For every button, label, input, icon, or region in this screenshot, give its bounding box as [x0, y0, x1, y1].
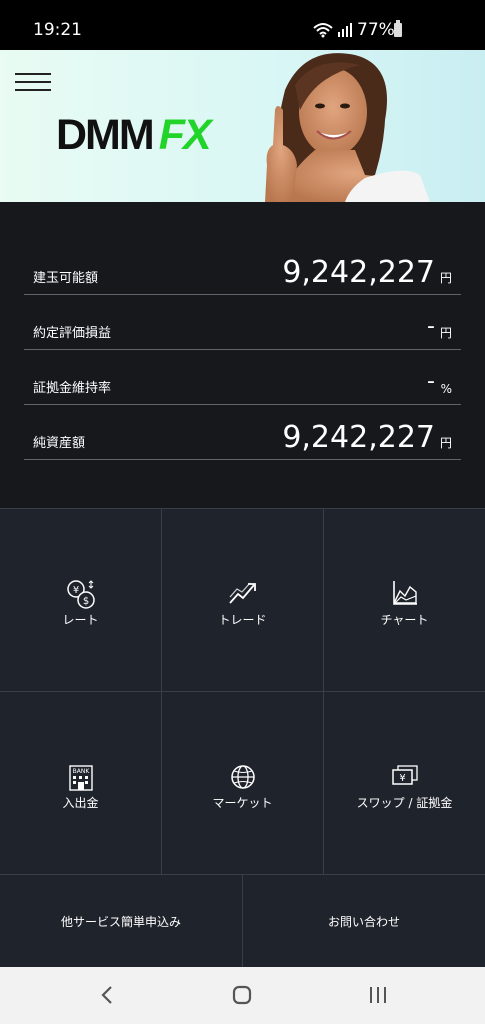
recent-apps-icon[interactable]: [366, 967, 390, 1024]
area-chart-icon: [392, 581, 417, 605]
menu-icon[interactable]: [15, 73, 51, 93]
battery-percent: 77%: [357, 20, 395, 40]
model-photo: [265, 53, 430, 202]
margin-ratio-value: -: [427, 369, 435, 394]
trend-chart-icon: [228, 582, 256, 604]
yen-notes-icon: ¥: [391, 765, 418, 785]
summary-row-unrealized-pl: 約定評価損益 - 円: [24, 309, 461, 350]
net-assets-unit: 円: [439, 436, 452, 450]
svg-text:¥: ¥: [399, 773, 405, 784]
logo-dmm: DMM: [56, 111, 155, 159]
hero-banner: DMM FX: [0, 50, 485, 202]
summary-row-available-margin: 建玉可能額 9,242,227 円: [24, 254, 461, 295]
contact-tile[interactable]: お問い合わせ: [243, 875, 485, 968]
market-label: マーケット: [212, 796, 273, 810]
margin-ratio-label: 証拠金維持率: [33, 381, 112, 396]
account-summary: 建玉可能額 9,242,227 円 約定評価損益 - 円 証拠金維持率 - % …: [0, 202, 485, 508]
deposit-tile[interactable]: BANK 入出金: [0, 692, 162, 875]
margin-ratio-unit: %: [440, 382, 452, 396]
dmm-fx-logo: DMM FX: [56, 111, 212, 159]
svg-text:BANK: BANK: [72, 768, 90, 775]
wifi-icon: [313, 23, 333, 38]
swap-tile[interactable]: ¥ スワップ / 証拠金: [324, 692, 485, 875]
available-margin-label: 建玉可能額: [33, 271, 99, 286]
battery-icon: [394, 20, 402, 37]
currency-exchange-icon: ¥ $: [66, 580, 95, 609]
chart-label: チャート: [380, 613, 429, 627]
summary-row-net-assets: 純資産額 9,242,227 円: [24, 419, 461, 460]
net-assets-label: 純資産額: [33, 436, 86, 451]
logo-fx: FX: [158, 111, 212, 159]
back-icon[interactable]: [95, 967, 119, 1024]
chart-tile[interactable]: チャート: [324, 509, 485, 692]
main-menu-grid: ¥ $ レート トレード チャート BANK 入出金 マーケット ¥ スワップ …: [0, 508, 485, 968]
rate-label: レート: [62, 613, 99, 627]
globe-icon: [230, 765, 255, 789]
home-icon[interactable]: [230, 967, 254, 1024]
unrealized-pl-value: -: [427, 314, 435, 339]
trade-label: トレード: [218, 613, 267, 627]
swap-label: スワップ / 証拠金: [356, 796, 453, 810]
available-margin-value: 9,242,227: [282, 255, 435, 290]
summary-row-margin-ratio: 証拠金維持率 - %: [24, 364, 461, 405]
net-assets-value: 9,242,227: [282, 420, 435, 455]
available-margin-unit: 円: [439, 271, 452, 285]
market-tile[interactable]: マーケット: [162, 692, 324, 875]
rate-tile[interactable]: ¥ $ レート: [0, 509, 162, 692]
other-services-tile[interactable]: 他サービス簡単申込み: [0, 875, 243, 968]
deposit-label: 入出金: [62, 796, 99, 810]
other-services-label: 他サービス簡単申込み: [60, 915, 181, 929]
status-bar: 19:21 77%: [0, 0, 485, 50]
unrealized-pl-unit: 円: [439, 326, 452, 340]
unrealized-pl-label: 約定評価損益: [33, 326, 112, 341]
status-time: 19:21: [33, 20, 82, 40]
svg-text:$: $: [82, 596, 88, 607]
system-nav-bar: [0, 967, 485, 1024]
signal-icon: [338, 23, 352, 37]
bank-icon: BANK: [68, 765, 93, 791]
contact-label: お問い合わせ: [327, 915, 400, 929]
svg-text:¥: ¥: [72, 585, 78, 596]
trade-tile[interactable]: トレード: [162, 509, 324, 692]
